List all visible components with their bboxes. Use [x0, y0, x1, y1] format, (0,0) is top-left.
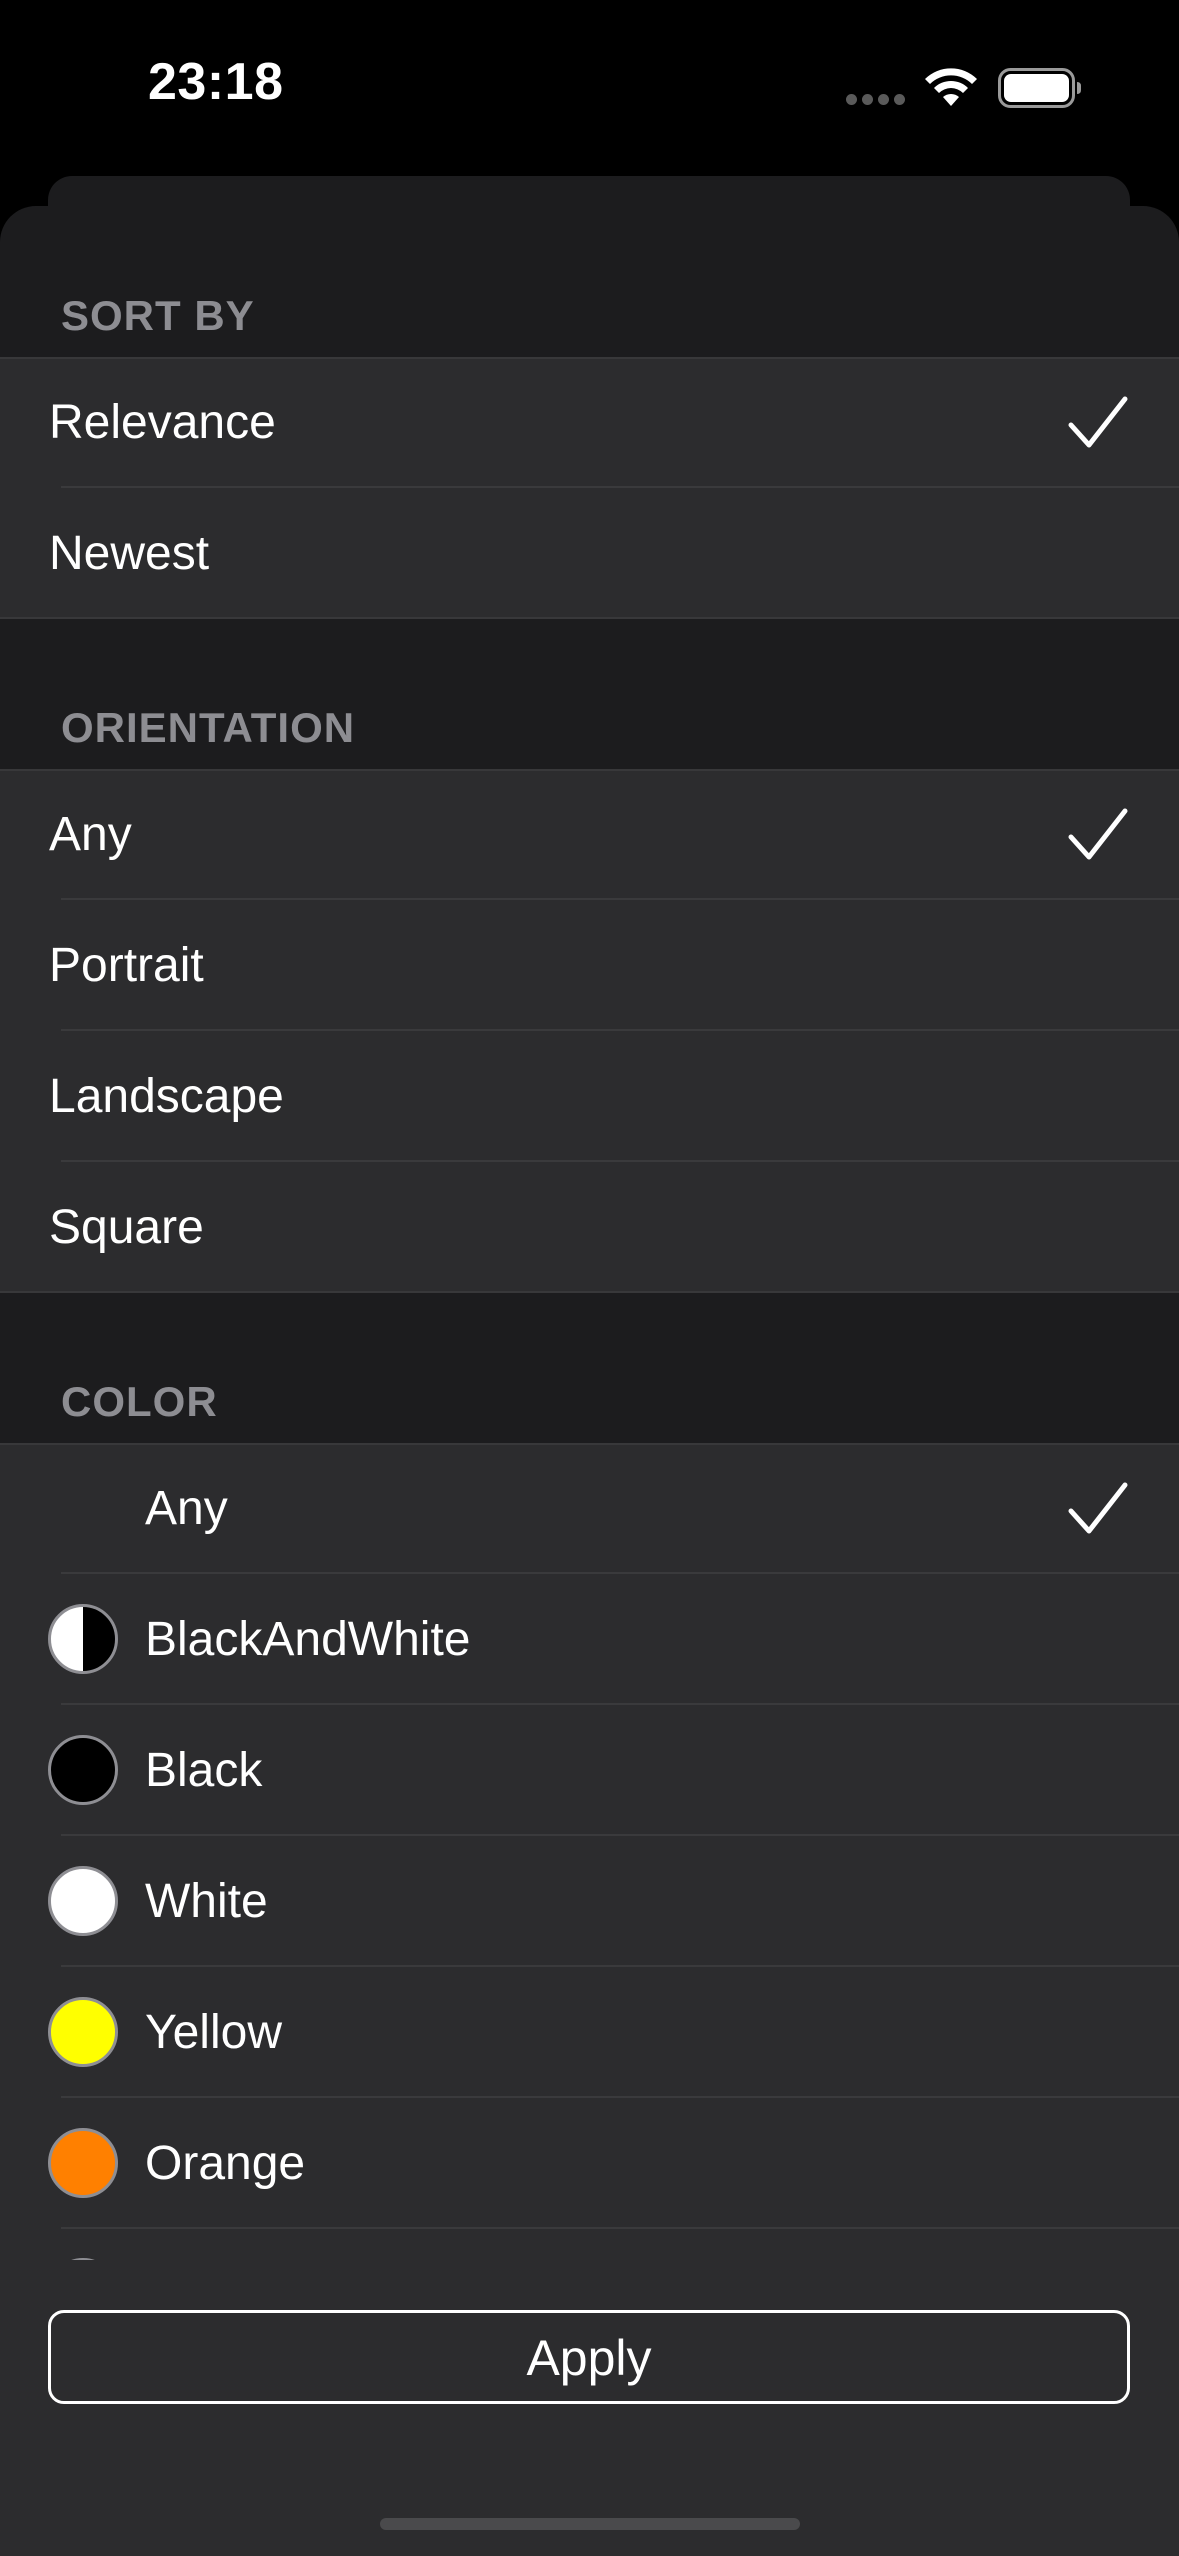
bottom-action-panel: Apply — [0, 2260, 1179, 2556]
home-indicator[interactable] — [380, 2518, 800, 2530]
color-option-label: Black — [145, 1744, 263, 1797]
color-option-label: Orange — [145, 2137, 306, 2190]
apply-button[interactable]: Apply — [48, 2310, 1130, 2404]
black-white-swatch-icon — [48, 1604, 118, 1674]
white-swatch-icon — [48, 1866, 118, 1936]
checkmark-icon — [1068, 1482, 1128, 1534]
orange-swatch-icon — [48, 2128, 118, 2198]
orientation-option-label: Portrait — [49, 939, 204, 992]
color-option-label: White — [145, 1875, 268, 1928]
color-option-blackandwhite[interactable]: BlackAndWhite — [0, 1574, 1179, 1705]
orientation-option-landscape[interactable]: Landscape — [0, 1031, 1179, 1162]
sort-option-label: Newest — [49, 527, 210, 580]
color-header: COLOR — [61, 1378, 218, 1425]
color-option-label: Any — [145, 1482, 228, 1535]
black-swatch-icon — [48, 1735, 118, 1805]
sort-by-group: Relevance Newest — [0, 357, 1179, 619]
wifi-icon — [925, 68, 977, 106]
sort-option-label: Relevance — [49, 396, 276, 449]
battery-icon — [998, 68, 1081, 108]
orientation-group: Any Portrait Landscape Square — [0, 769, 1179, 1293]
filter-sheet: SORT BY Relevance Newest ORIENTATION Any… — [0, 206, 1179, 2556]
orientation-option-any[interactable]: Any — [0, 769, 1179, 900]
color-option-orange[interactable]: Orange — [0, 2098, 1179, 2229]
orientation-option-portrait[interactable]: Portrait — [0, 900, 1179, 1031]
orientation-option-label: Any — [49, 808, 132, 861]
sort-option-newest[interactable]: Newest — [0, 488, 1179, 619]
signal-dots-icon — [846, 94, 906, 106]
color-option-any[interactable]: Any — [0, 1443, 1179, 1574]
color-option-yellow[interactable]: Yellow — [0, 1967, 1179, 2098]
status-time: 23:18 — [148, 53, 284, 111]
checkmark-icon — [1068, 808, 1128, 860]
sort-option-relevance[interactable]: Relevance — [0, 357, 1179, 488]
checkmark-icon — [1068, 396, 1128, 448]
yellow-swatch-icon — [48, 1997, 118, 2067]
status-bar: 23:18 — [0, 0, 1179, 170]
sort-by-header: SORT BY — [61, 292, 255, 339]
orientation-option-square[interactable]: Square — [0, 1162, 1179, 1293]
color-option-white[interactable]: White — [0, 1836, 1179, 1967]
orientation-header: ORIENTATION — [61, 704, 356, 751]
orientation-option-label: Square — [49, 1201, 204, 1254]
color-option-label: Yellow — [145, 2006, 282, 2059]
color-option-black[interactable]: Black — [0, 1705, 1179, 1836]
orientation-option-label: Landscape — [49, 1070, 284, 1123]
color-option-label: BlackAndWhite — [145, 1613, 471, 1666]
